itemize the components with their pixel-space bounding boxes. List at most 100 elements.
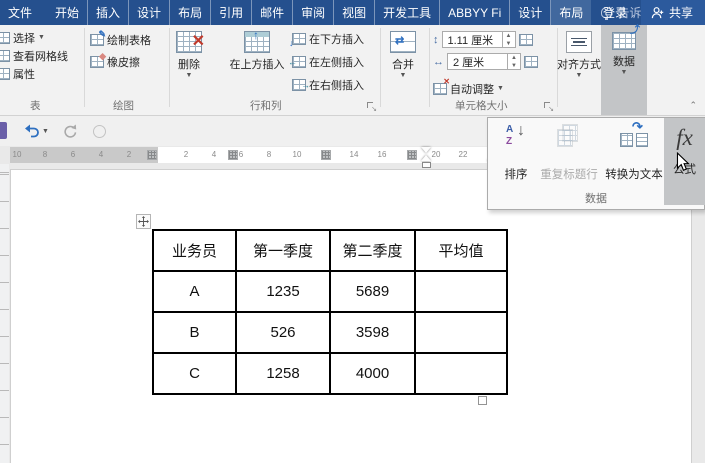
draw-table-icon: ✎ [90, 29, 106, 46]
table-cell[interactable]: C [152, 352, 237, 395]
ruler-column-marker[interactable] [228, 150, 238, 160]
eraser-button[interactable]: ◆ 橡皮擦 [90, 51, 140, 69]
header-cell[interactable]: 平均值 [414, 229, 508, 272]
select-button[interactable]: 选择 ▼ [0, 30, 45, 45]
hanging-indent-marker[interactable] [421, 155, 431, 161]
data-label: 数据 [613, 56, 635, 68]
insert-right-icon: → [292, 78, 310, 91]
ruler-number: 8 [266, 150, 272, 159]
insert-right-button[interactable]: → 在右侧插入 [292, 77, 364, 92]
col-width-spinner[interactable]: ▲ ▼ [507, 53, 520, 70]
tab-8[interactable]: 视图 [334, 0, 376, 25]
distribute-cols-icon[interactable] [524, 55, 538, 68]
table-cell[interactable] [414, 352, 508, 395]
share-button[interactable]: 共享 [640, 0, 705, 25]
chevron-down-icon: ▼ [575, 72, 583, 79]
row-height-value: 1.11 厘米 [447, 34, 494, 47]
mouse-cursor [676, 152, 690, 171]
ruler-column-marker[interactable] [321, 150, 331, 160]
left-indent-marker[interactable] [421, 162, 431, 168]
tab-12-active[interactable]: 布局 [551, 0, 592, 25]
tab-5[interactable]: 引用 [211, 0, 253, 25]
eraser-label: 橡皮擦 [107, 56, 140, 69]
alignment-label: 对齐方式 [557, 59, 601, 71]
save-icon[interactable] [0, 122, 7, 139]
alignment-icon [566, 31, 592, 53]
insert-left-button[interactable]: ← 在左侧插入 [288, 54, 364, 69]
table-cell[interactable] [414, 311, 508, 354]
rowcol-dialog-launcher[interactable] [367, 102, 377, 113]
vertical-ruler[interactable] [0, 164, 9, 463]
table-cell[interactable]: 1235 [235, 270, 331, 313]
ruler-column-marker[interactable] [147, 150, 157, 160]
tab-1[interactable]: 开始 [47, 0, 89, 25]
header-cell[interactable]: 第二季度 [329, 229, 416, 272]
row-height-icon: ↕ [433, 33, 439, 46]
tab-2[interactable]: 插入 [88, 0, 130, 25]
tab-10[interactable]: ABBYY Fi [440, 0, 511, 25]
cellsize-dialog-launcher[interactable] [544, 102, 554, 113]
signin-button[interactable]: 登录 [589, 4, 641, 21]
row-height-spinner[interactable]: ▲ ▼ [501, 31, 515, 48]
row-height-control: ↕ 1.11 厘米 ▲ ▼ [433, 31, 533, 48]
table-cell[interactable]: 526 [235, 311, 331, 354]
table-cell[interactable]: 1258 [235, 352, 331, 395]
data-table[interactable]: 业务员 第一季度 第二季度 平均值 A 1235 5689 B 526 3598 C 1258 4000 [152, 229, 508, 395]
tab-11[interactable]: 设计 [510, 0, 552, 25]
autofit-button[interactable]: ✕ 自动调整 ▼ [433, 77, 504, 96]
insert-left-label: 在左侧插入 [309, 56, 364, 69]
properties-button[interactable]: 属性 [0, 66, 35, 81]
tab-7[interactable]: 审阅 [293, 0, 335, 25]
tab-6[interactable]: 邮件 [252, 0, 294, 25]
draw-table-button[interactable]: ✎ 绘制表格 [90, 29, 151, 47]
convert-to-text-button[interactable]: ↷ 转换为文本 [601, 120, 667, 184]
ruler-number: 6 [238, 150, 244, 159]
ruler-number: 4 [211, 150, 217, 159]
tab-9[interactable]: 开发工具 [375, 0, 441, 25]
table-cell[interactable]: 3598 [329, 311, 416, 354]
ruler-column-marker[interactable] [407, 150, 417, 160]
title-bar: 文件开始插入设计布局引用邮件审阅视图开发工具ABBYY Fi设计布局 告诉我..… [0, 0, 705, 25]
view-gridlines-button[interactable]: 查看网格线 [0, 48, 68, 63]
insert-above-button[interactable]: ↑ 在上方插入 [228, 29, 286, 72]
distribute-rows-icon[interactable] [518, 33, 533, 46]
header-cell[interactable]: 第一季度 [235, 229, 331, 272]
select-label: 选择 [13, 32, 35, 45]
header-cell[interactable]: 业务员 [152, 229, 237, 272]
alignment-button[interactable]: 对齐方式 ▼ [551, 31, 607, 79]
delete-button[interactable]: ✕ 删除 ▼ [162, 31, 216, 79]
undo-button[interactable] [20, 120, 42, 142]
table-resize-handle[interactable] [478, 396, 487, 405]
tab-3[interactable]: 设计 [129, 0, 171, 25]
table-move-handle[interactable] [136, 214, 151, 229]
ruler-number: 10 [12, 150, 22, 159]
first-line-indent-marker[interactable] [421, 147, 431, 153]
row-height-input[interactable]: 1.11 厘米 ▲ ▼ [441, 31, 516, 48]
horizontal-ruler[interactable]: 10 8 6 4 2 2 4 6 8 10 14 16 20 22 [10, 147, 497, 168]
merge-label: 合并 [392, 59, 414, 71]
convert-to-text-label: 转换为文本 [605, 169, 663, 181]
tab-0[interactable]: 文件 [0, 0, 47, 25]
table-cell[interactable]: B [152, 311, 237, 354]
share-label: 共享 [668, 6, 693, 20]
eraser-icon: ◆ [90, 51, 106, 68]
collapse-ribbon-icon[interactable]: ⌃ [689, 100, 697, 111]
col-width-value: 2 厘米 [453, 56, 485, 69]
panel-group-label: 数据 [585, 193, 607, 205]
group-label-table: 表 [30, 100, 41, 112]
table-cell[interactable]: A [152, 270, 237, 313]
merge-button[interactable]: ⇄ 合并 ▼ [378, 31, 428, 79]
table-cell[interactable]: 4000 [329, 352, 416, 395]
tab-4[interactable]: 布局 [170, 0, 212, 25]
col-width-icon: ↔ [433, 55, 444, 68]
move-icon [138, 216, 149, 227]
table-cell[interactable] [414, 270, 508, 313]
draw-table-label: 绘制表格 [107, 34, 151, 47]
table-cell[interactable]: 5689 [329, 270, 416, 313]
sort-button[interactable]: A Z ↓ 排序 [496, 122, 536, 184]
insert-below-button[interactable]: ↓ 在下方插入 [289, 31, 364, 47]
col-width-input[interactable]: 2 厘米 ▲ ▼ [447, 53, 521, 70]
undo-dropdown-icon[interactable]: ▼ [42, 128, 49, 135]
data-button[interactable]: ⤴ 数据 ▼ [601, 25, 647, 115]
col-width-control: ↔ 2 厘米 ▲ ▼ [433, 53, 538, 70]
